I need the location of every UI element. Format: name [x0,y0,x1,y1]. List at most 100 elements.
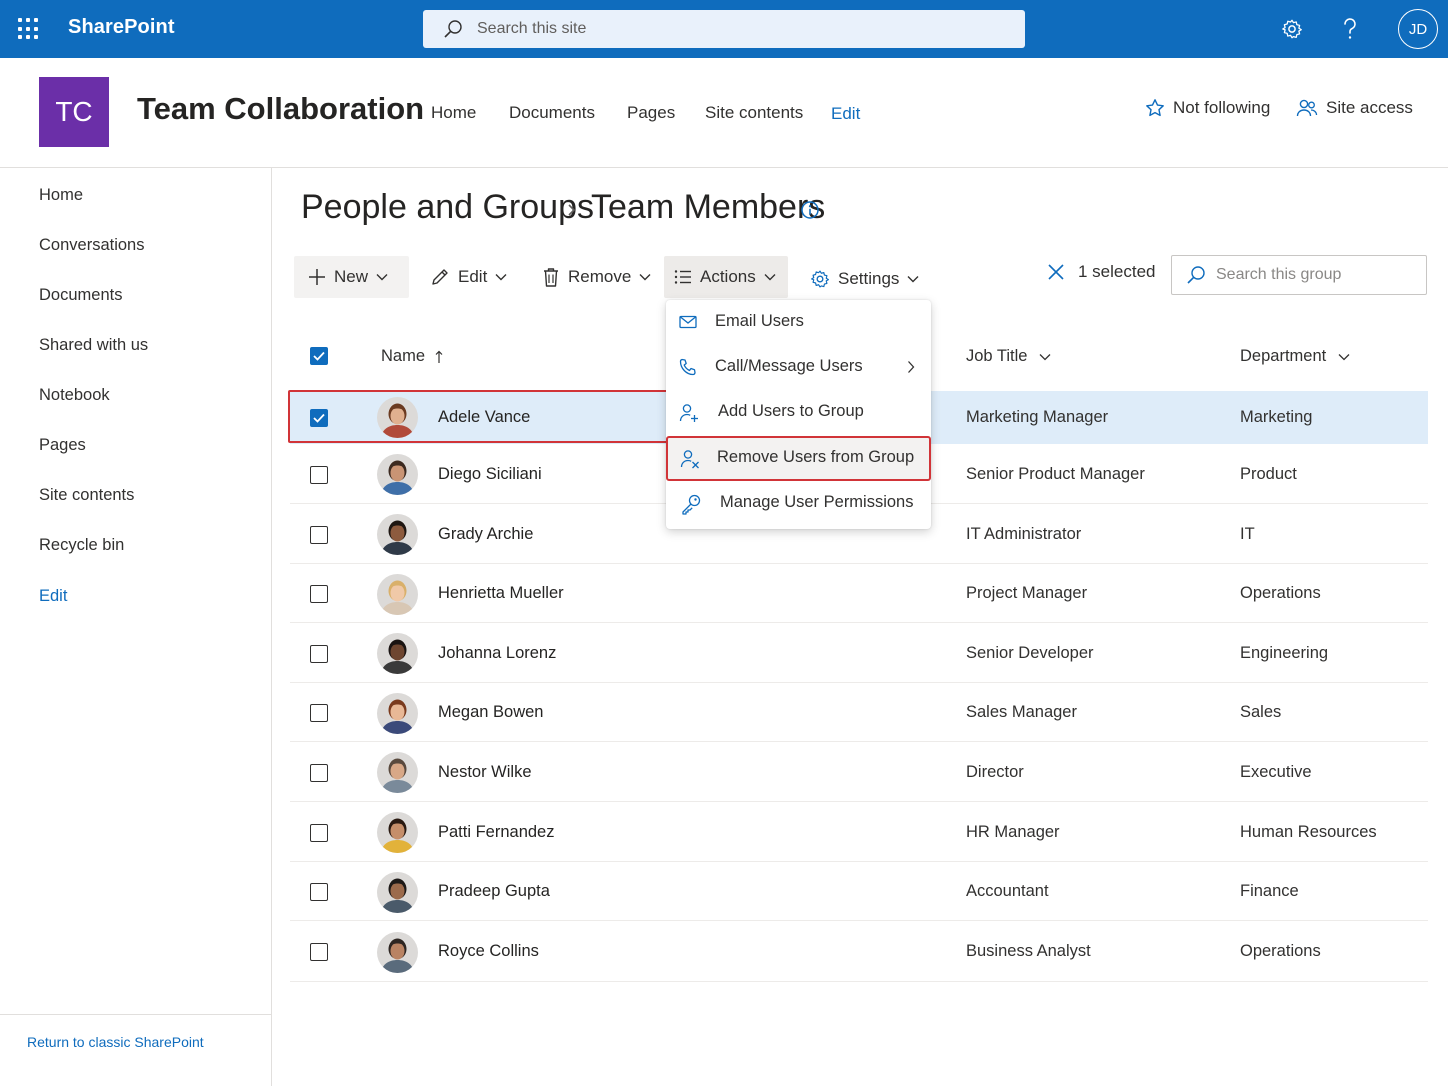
group-search-input[interactable] [1216,266,1416,284]
row-checkbox[interactable] [310,824,328,842]
site-title[interactable]: Team Collaboration [137,91,424,127]
row-checkbox[interactable] [310,645,328,663]
row-checkbox[interactable] [310,704,328,722]
member-name[interactable]: Patti Fernandez [438,823,554,842]
avatar[interactable] [377,812,418,853]
leftnav-pages[interactable]: Pages [39,436,86,455]
avatar[interactable] [377,454,418,495]
trash-icon [544,268,558,287]
member-job-title: Senior Developer [966,644,1094,662]
member-name[interactable]: Grady Archie [438,525,533,544]
member-name[interactable]: Pradeep Gupta [438,882,550,901]
menu-item-manage-user-permissions[interactable]: Manage User Permissions [666,481,931,526]
column-header-job-title[interactable]: Job Title [966,347,1051,366]
avatar[interactable] [377,752,418,793]
table-row[interactable]: Johanna Lorenz Senior Developer Engineerin… [290,624,1428,683]
row-checkbox[interactable] [310,466,328,484]
member-department: Human Resources [1240,823,1377,841]
help-icon[interactable] [1336,15,1364,43]
row-checkbox[interactable] [310,943,328,961]
edit-button[interactable]: Edit [420,256,517,298]
row-checkbox[interactable] [310,883,328,901]
breadcrumb-people-and-groups[interactable]: People and Groups [301,188,594,227]
plus-icon [309,269,325,285]
leftnav-shared-with-us[interactable]: Shared with us [39,336,148,355]
member-department: IT [1240,525,1255,543]
actions-dropdown-menu: Email Users Call/Message Users Add Users… [666,300,931,529]
actions-button[interactable]: Actions [664,256,788,298]
row-checkbox[interactable] [310,764,328,782]
user-avatar[interactable]: JD [1398,9,1438,49]
topnav-documents[interactable]: Documents [509,103,595,123]
remove-label: Remove [568,267,632,286]
sort-ascending-icon [435,350,443,363]
topnav-pages[interactable]: Pages [627,103,675,123]
table-row[interactable]: Henrietta Mueller Project Manager Operatio… [290,565,1428,623]
leftnav-conversations[interactable]: Conversations [39,236,144,255]
avatar[interactable] [377,574,418,615]
new-button[interactable]: New [294,256,409,298]
member-name[interactable]: Johanna Lorenz [438,644,556,663]
avatar[interactable] [377,514,418,555]
menu-item-call-message-users[interactable]: Call/Message Users [666,345,931,390]
settings-button[interactable]: Settings [800,258,929,300]
avatar[interactable] [377,693,418,734]
return-to-classic-link[interactable]: Return to classic SharePoint [27,1034,204,1050]
clear-selection-button[interactable]: 1 selected [1046,262,1156,282]
select-all-checkbox[interactable] [310,347,328,365]
chevron-down-icon [764,274,776,281]
table-row[interactable]: Nestor Wilke Director Executive [290,743,1428,802]
member-name[interactable]: Nestor Wilke [438,763,532,782]
settings-gear-icon[interactable] [1278,15,1306,43]
member-name[interactable]: Diego Siciliani [438,465,542,484]
topnav-edit-link[interactable]: Edit [831,104,860,124]
site-logo[interactable]: TC [39,77,109,147]
follow-button[interactable]: Not following [1145,98,1270,118]
site-search-box[interactable] [423,10,1025,48]
group-search-box[interactable] [1171,255,1427,295]
info-icon[interactable] [800,200,820,220]
avatar[interactable] [377,397,418,438]
member-name[interactable]: Henrietta Mueller [438,584,564,603]
leftnav-home[interactable]: Home [39,186,83,205]
remove-button[interactable]: Remove [532,256,661,298]
menu-item-email-users[interactable]: Email Users [666,300,931,345]
column-header-name[interactable]: Name [381,347,443,366]
member-name[interactable]: Adele Vance [438,408,530,427]
member-job-title: Business Analyst [966,942,1091,960]
search-icon [1187,266,1205,284]
row-checkbox[interactable] [310,409,328,427]
menu-item-remove-users-from-group[interactable]: Remove Users from Group [666,436,931,481]
chevron-down-icon [495,274,507,281]
leftnav-site-contents[interactable]: Site contents [39,486,134,505]
table-row[interactable]: Royce Collins Business Analyst Operations [290,922,1428,982]
topnav-home[interactable]: Home [431,103,476,123]
row-checkbox[interactable] [310,526,328,544]
table-row[interactable]: Pradeep Gupta Accountant Finance [290,863,1428,921]
member-name[interactable]: Royce Collins [438,942,539,961]
avatar[interactable] [377,932,418,973]
app-launcher-icon[interactable] [18,18,40,40]
pencil-icon [432,269,448,285]
leftnav-notebook[interactable]: Notebook [39,386,110,405]
leftnav-documents[interactable]: Documents [39,286,122,305]
site-access-button[interactable]: Site access [1296,98,1413,118]
row-checkbox[interactable] [310,585,328,603]
member-job-title: IT Administrator [966,525,1082,543]
table-row[interactable]: Patti Fernandez HR Manager Human Resources [290,803,1428,862]
table-row[interactable]: Megan Bowen Sales Manager Sales [290,684,1428,742]
column-header-department[interactable]: Department [1240,347,1350,366]
menu-item-add-users-to-group[interactable]: Add Users to Group [666,390,931,435]
leftnav-recycle-bin[interactable]: Recycle bin [39,536,124,555]
avatar[interactable] [377,872,418,913]
member-department: Operations [1240,584,1321,602]
leftnav-edit-link[interactable]: Edit [39,587,67,606]
app-brand[interactable]: SharePoint [68,16,175,39]
member-job-title: Accountant [966,882,1049,900]
menu-label-add: Add Users to Group [718,402,864,420]
leftnav-divider [0,1014,271,1015]
site-search-input[interactable] [477,20,997,38]
member-name[interactable]: Megan Bowen [438,703,544,722]
avatar[interactable] [377,633,418,674]
topnav-site-contents[interactable]: Site contents [705,103,803,123]
